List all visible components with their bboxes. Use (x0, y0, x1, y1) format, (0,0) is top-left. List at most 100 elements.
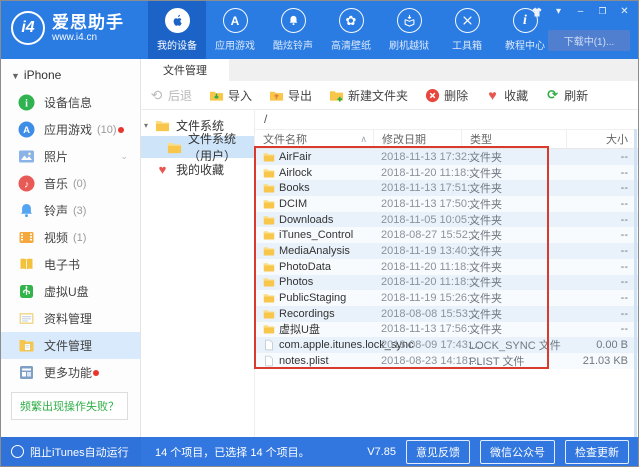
column-header-type[interactable]: 类型 (461, 130, 566, 148)
statusbar-button-微信公众号[interactable]: 微信公众号 (480, 440, 555, 464)
刷新-button[interactable]: ⟳刷新 (545, 87, 588, 104)
table-row[interactable]: Downloads2018-11-05 10:05:...文件夹-- (255, 212, 638, 228)
cell-type: 文件夹 (461, 243, 566, 259)
folder-icon (263, 182, 275, 194)
file-name-text: notes.plist (279, 355, 329, 367)
table-row[interactable]: PublicStaging2018-11-19 15:26:...文件夹-- (255, 290, 638, 306)
nav-item-label: 高清壁纸 (322, 37, 380, 52)
header-nav: 我的设备A应用游戏酷炫铃声✿高清壁纸刷机越狱工具箱i教程中心 (148, 1, 554, 59)
app-url: www.i4.cn (52, 32, 124, 43)
nav-item-工具箱[interactable]: 工具箱 (438, 1, 496, 59)
file-name-text: Recordings (279, 308, 335, 320)
sidebar-item-音乐[interactable]: ♪音乐(0) (1, 170, 140, 197)
nav-item-应用游戏[interactable]: A应用游戏 (206, 1, 264, 59)
cell-modified-date: 2018-11-19 15:26:... (373, 292, 461, 304)
toolbar-button-label: 导入 (228, 87, 252, 104)
tree-item-文件系统（用户）[interactable]: 文件系统（用户） (141, 136, 254, 158)
table-row[interactable]: Books2018-11-13 17:51:...文件夹-- (255, 180, 638, 196)
nav-item-刷机越狱[interactable]: 刷机越狱 (380, 1, 438, 59)
nav-item-酷炫铃声[interactable]: 酷炫铃声 (264, 1, 322, 59)
cell-size: -- (566, 276, 638, 288)
table-row[interactable]: MediaAnalysis2018-11-19 13:40:...文件夹-- (255, 243, 638, 259)
tab-file-manage[interactable]: 文件管理 (141, 59, 229, 81)
cell-size: -- (566, 182, 638, 194)
svg-text:♪: ♪ (24, 179, 29, 190)
radio-circle-icon (11, 445, 24, 458)
cell-type: 文件夹 (461, 212, 566, 228)
sidebar-item-电子书[interactable]: 电子书 (1, 251, 140, 278)
toolbar-button-label: 新建文件夹 (348, 87, 408, 104)
heart-icon: ♥ (155, 162, 170, 177)
maximize-icon[interactable]: ❐ (596, 5, 609, 18)
folder-icon (263, 261, 275, 273)
sidebar-item-更多功能[interactable]: 更多功能 (1, 359, 140, 386)
table-row[interactable]: Photos2018-11-20 11:18:...文件夹-- (255, 275, 638, 291)
sidebar-item-应用游戏[interactable]: A应用游戏(10) (1, 116, 140, 143)
cell-modified-date: 2018-11-13 17:50:... (373, 198, 461, 210)
file-name-text: Airlock (279, 167, 312, 179)
sidebar-item-资料管理[interactable]: 资料管理 (1, 305, 140, 332)
help-button[interactable]: 频繁出现操作失败？ (11, 392, 128, 420)
cell-size: 21.03 KB (566, 355, 638, 367)
main-panel: 文件管理 ⟲后退导入导出新建文件夹删除♥收藏⟳刷新 ▾文件系统文件系统（用户）♥… (141, 59, 638, 437)
sidebar-item-label: 音乐 (44, 175, 68, 192)
scrollbar[interactable] (634, 129, 637, 437)
cell-type: 文件夹 (461, 196, 566, 212)
skin-icon[interactable] (530, 5, 543, 18)
table-row[interactable]: AirFair2018-11-13 17:32:...文件夹-- (255, 149, 638, 165)
folder-icon (167, 140, 182, 155)
statusbar-button-意见反馈[interactable]: 意见反馈 (406, 440, 470, 464)
sidebar-item-铃声[interactable]: 铃声(3) (1, 197, 140, 224)
table-row[interactable]: iTunes_Control2018-08-27 15:52:...文件夹-- (255, 227, 638, 243)
download-button[interactable]: 下载中(1)... (548, 30, 630, 51)
table-row[interactable]: DCIM2018-11-13 17:50:...文件夹-- (255, 196, 638, 212)
table-row[interactable]: notes.plist2018-08-23 14:18:...PLIST 文件2… (255, 353, 638, 369)
收藏-button[interactable]: ♥收藏 (485, 87, 528, 104)
folder-icon (263, 308, 275, 320)
cell-size: -- (566, 198, 638, 210)
table-row[interactable]: com.apple.itunes.lock_sync2018-08-09 17:… (255, 337, 638, 353)
folder-icon (263, 245, 275, 257)
cell-type: 文件夹 (461, 165, 566, 181)
refresh-icon: ⟳ (545, 88, 560, 103)
file-manage-icon (18, 337, 35, 354)
version-label: V7.85 (367, 446, 396, 458)
sidebar-item-视频[interactable]: 视频(1) (1, 224, 140, 251)
sidebar-item-label: 设备信息 (44, 94, 92, 111)
cell-modified-date: 2018-08-08 15:53:... (373, 308, 461, 320)
close-icon[interactable]: ✕ (618, 5, 631, 18)
ringtone-icon (18, 202, 35, 219)
file-toolbar: ⟲后退导入导出新建文件夹删除♥收藏⟳刷新 (141, 81, 638, 110)
cell-modified-date: 2018-08-23 14:18:... (373, 355, 461, 367)
tree-item-我的收藏[interactable]: ♥我的收藏 (141, 158, 254, 180)
cell-modified-date: 2018-08-27 15:52:... (373, 229, 461, 241)
sidebar-item-虚拟U盘[interactable]: 虚拟U盘 (1, 278, 140, 305)
导出-button[interactable]: 导出 (269, 87, 312, 104)
table-row[interactable]: PhotoData2018-11-20 11:18:...文件夹-- (255, 259, 638, 275)
cell-file-name: iTunes_Control (255, 229, 373, 241)
nav-item-我的设备[interactable]: 我的设备 (148, 1, 206, 59)
删除-button[interactable]: 删除 (425, 87, 468, 104)
device-selector[interactable]: ▼iPhone (1, 59, 140, 89)
nav-item-label: 工具箱 (438, 37, 496, 52)
table-row[interactable]: 虚拟U盘2018-11-13 17:56:...文件夹-- (255, 322, 638, 338)
sidebar-item-照片[interactable]: 照片⌄ (1, 143, 140, 170)
toolbar-button-label: 后退 (168, 87, 192, 104)
minimize-icon[interactable]: – (574, 5, 587, 18)
column-header-size[interactable]: 大小 (566, 130, 638, 148)
cell-size: -- (566, 229, 638, 241)
sidebar-item-设备信息[interactable]: i设备信息 (1, 89, 140, 116)
statusbar-button-检查更新[interactable]: 检查更新 (565, 440, 629, 464)
menu-icon[interactable]: ▾ (552, 5, 565, 18)
sidebar-item-文件管理[interactable]: 文件管理 (1, 332, 140, 359)
table-row[interactable]: Recordings2018-08-08 15:53:...文件夹-- (255, 306, 638, 322)
item-count: (3) (73, 205, 86, 217)
block-itunes-toggle[interactable]: 阻止iTunes自动运行 (1, 437, 141, 466)
column-header-name[interactable]: 文件名称∧ (255, 130, 373, 148)
column-header-date[interactable]: 修改日期 (373, 130, 461, 148)
folder-icon (263, 151, 275, 163)
table-row[interactable]: Airlock2018-11-20 11:18:...文件夹-- (255, 165, 638, 181)
导入-button[interactable]: 导入 (209, 87, 252, 104)
nav-item-高清壁纸[interactable]: ✿高清壁纸 (322, 1, 380, 59)
新建文件夹-button[interactable]: 新建文件夹 (329, 87, 408, 104)
